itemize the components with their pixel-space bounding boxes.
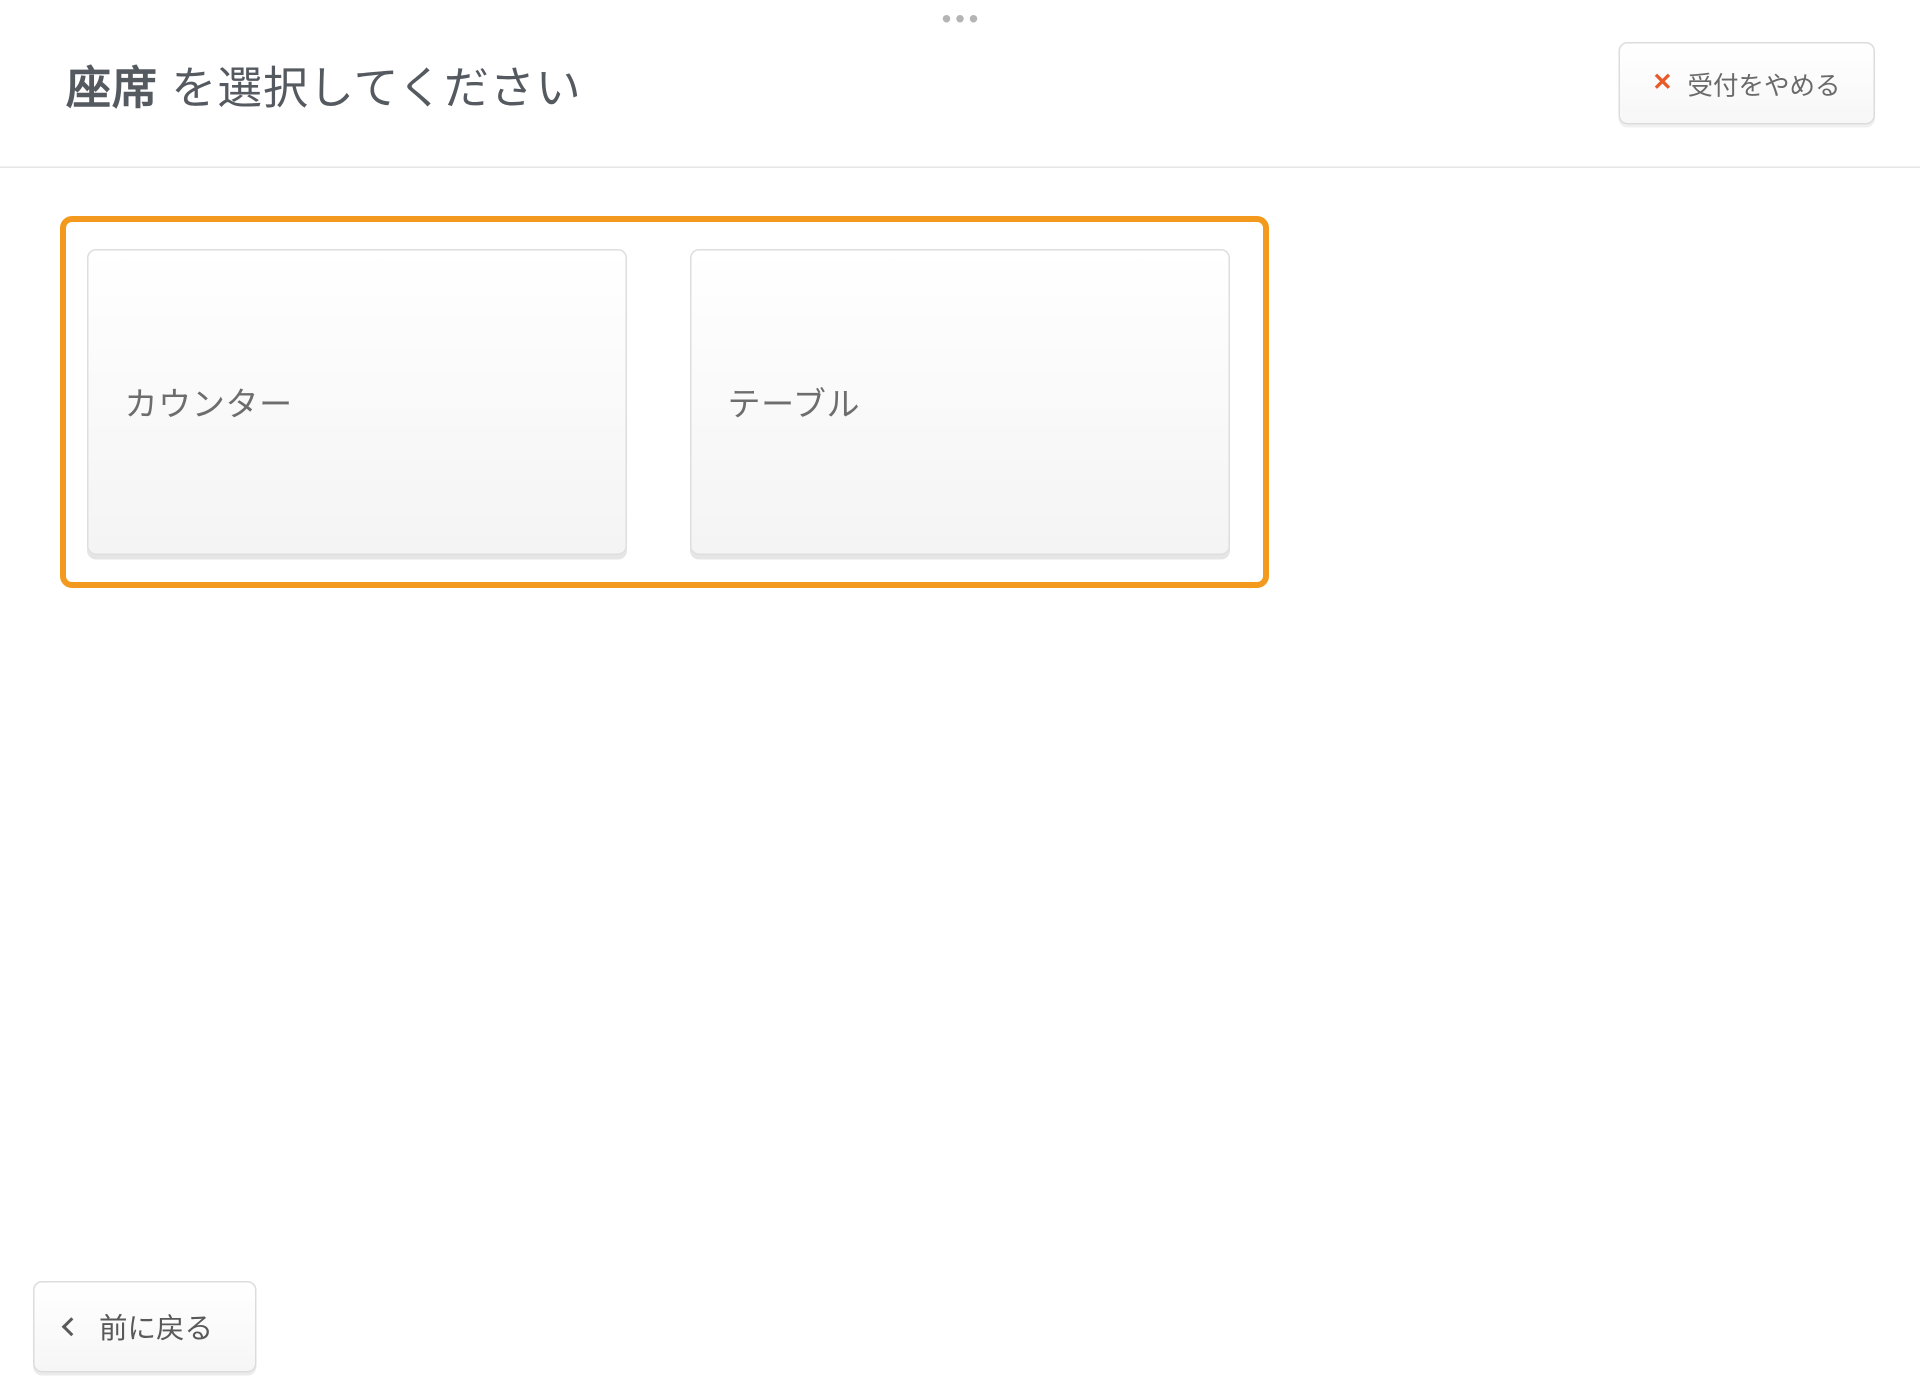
options-highlight-box: カウンター テーブル [60, 216, 1269, 588]
seat-option-table[interactable]: テーブル [690, 249, 1230, 555]
page-title: 座席 を選択してください [66, 50, 582, 116]
page-title-rest: を選択してください [158, 64, 582, 114]
back-button-label: 前に戻る [99, 1307, 213, 1348]
footer: 前に戻る [33, 1281, 257, 1373]
content-area: カウンター テーブル [0, 168, 1920, 636]
seat-option-label: テーブル [728, 386, 861, 424]
close-icon: ✕ [1652, 71, 1672, 95]
cancel-reception-button[interactable]: ✕ 受付をやめる [1618, 42, 1875, 125]
cancel-reception-label: 受付をやめる [1688, 65, 1841, 103]
back-button[interactable]: 前に戻る [33, 1281, 257, 1373]
header: 座席 を選択してください ✕ 受付をやめる [0, 0, 1920, 168]
window-drag-dots [943, 15, 978, 23]
seat-option-label: カウンター [125, 386, 293, 424]
page-title-subject: 座席 [66, 64, 158, 114]
chevron-left-icon [62, 1317, 81, 1336]
seat-option-counter[interactable]: カウンター [87, 249, 627, 555]
